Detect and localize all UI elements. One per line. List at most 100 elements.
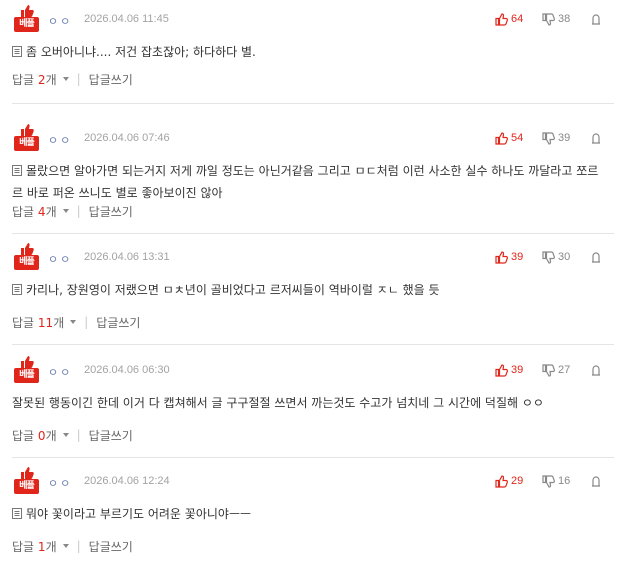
like-button[interactable]: 39: [495, 363, 523, 377]
reply-count: 4: [37, 204, 46, 219]
thumbs-up-outline-icon: [495, 363, 508, 377]
reply-toggle[interactable]: 답글 2개: [12, 71, 57, 88]
dislike-button[interactable]: 30: [542, 250, 570, 264]
report-icon[interactable]: [590, 474, 602, 487]
comment-author[interactable]: ㅇㅇ: [48, 13, 72, 29]
comment-text: 좀 오버아니냐.... 저건 잡초잖아; 하다하다 별.: [26, 45, 256, 59]
like-button[interactable]: 54: [495, 131, 523, 145]
best-badge-label: 베플: [14, 479, 39, 494]
best-badge: 베플: [14, 355, 40, 385]
write-reply-button[interactable]: 답글쓰기: [89, 538, 133, 555]
chevron-down-icon[interactable]: [62, 433, 69, 437]
thumbs-up-outline-icon: [495, 250, 508, 264]
reply-count: 2: [37, 72, 46, 87]
thumbs-down-outline-icon: [542, 131, 555, 145]
best-badge-label: 베플: [14, 368, 39, 383]
document-icon: [12, 165, 22, 176]
write-reply-button[interactable]: 답글쓰기: [96, 314, 140, 331]
like-count: 64: [511, 13, 524, 25]
reply-label: 답글: [12, 204, 35, 219]
dislike-button[interactable]: 16: [542, 474, 570, 488]
reply-toggle[interactable]: 답글 1개: [12, 538, 57, 555]
reply-count-suffix: 개: [45, 204, 57, 219]
like-button[interactable]: 64: [495, 12, 523, 26]
reply-label: 답글: [12, 539, 35, 554]
like-count: 54: [511, 132, 524, 144]
write-reply-button[interactable]: 답글쓰기: [89, 203, 133, 220]
separator: |: [76, 428, 81, 442]
like-count: 39: [511, 251, 524, 263]
comment-text: 잘못된 행동이긴 한데 이거 다 캡쳐해서 글 구구절절 쓰면서 까는것도 수고…: [12, 396, 544, 410]
chevron-down-icon[interactable]: [62, 77, 69, 81]
reply-count-suffix: 개: [45, 539, 57, 554]
dislike-count: 30: [558, 251, 571, 263]
thumbs-up-icon: [21, 467, 34, 479]
chevron-down-icon[interactable]: [70, 320, 77, 324]
report-icon[interactable]: [590, 12, 602, 25]
thumbs-up-outline-icon: [495, 131, 508, 145]
thumbs-up-outline-icon: [495, 12, 508, 26]
separator: |: [76, 72, 81, 86]
divider: [12, 344, 614, 345]
like-button[interactable]: 29: [495, 474, 523, 488]
reply-count-suffix: 개: [53, 315, 65, 330]
comment-author[interactable]: ㅇㅇ: [48, 132, 72, 148]
comment-text: 몰랐으면 알아가면 되는거지 저게 까일 정도는 아닌거같음 그리고 ㅁㄷ처럼 …: [12, 164, 599, 200]
dislike-button[interactable]: 27: [542, 363, 570, 377]
reply-count: 1: [37, 539, 46, 554]
comment-header: 베플 ㅇㅇ 2026.04.06 13:31 39 30: [12, 242, 618, 272]
dislike-count: 39: [558, 132, 571, 144]
comment-author[interactable]: ㅇㅇ: [48, 475, 72, 491]
report-icon[interactable]: [590, 131, 602, 144]
dislike-count: 38: [558, 13, 571, 25]
reply-count: 11: [37, 315, 54, 330]
thumbs-up-icon: [21, 5, 34, 17]
comment-body: 몰랐으면 알아가면 되는거지 저게 까일 정도는 아닌거같음 그리고 ㅁㄷ처럼 …: [12, 160, 602, 204]
thumbs-down-outline-icon: [542, 474, 555, 488]
separator: |: [84, 315, 89, 329]
best-badge: 베플: [14, 4, 40, 34]
reply-toggle[interactable]: 답글 4개: [12, 203, 57, 220]
report-icon[interactable]: [590, 250, 602, 263]
comment-body: 좀 오버아니냐.... 저건 잡초잖아; 하다하다 별.: [12, 41, 602, 63]
comment-author[interactable]: ㅇㅇ: [48, 364, 72, 380]
comment-date: 2026.04.06 13:31: [84, 251, 170, 263]
comment-body: 뭐야 꽃이라고 부르기도 어려운 꽃아니야ㅡㅡ: [12, 503, 602, 525]
write-reply-button[interactable]: 답글쓰기: [89, 71, 133, 88]
thumbs-up-icon: [21, 356, 34, 368]
comment-author[interactable]: ㅇㅇ: [48, 251, 72, 267]
chevron-down-icon[interactable]: [62, 544, 69, 548]
dislike-button[interactable]: 38: [542, 12, 570, 26]
comment-footer: 답글 4개 | 답글쓰기: [12, 203, 133, 219]
separator: |: [76, 539, 81, 553]
thumbs-down-outline-icon: [542, 250, 555, 264]
comment-item: 베플 ㅇㅇ 2026.04.06 12:24 29 16 뭐야 꽃이라고 부르기…: [0, 462, 618, 563]
comment-text: 뭐야 꽃이라고 부르기도 어려운 꽃아니야ㅡㅡ: [26, 507, 252, 521]
report-icon[interactable]: [590, 363, 602, 376]
reply-label: 답글: [12, 72, 35, 87]
comment-header: 베플 ㅇㅇ 2026.04.06 11:45 64 38: [12, 4, 618, 34]
dislike-button[interactable]: 39: [542, 131, 570, 145]
thumbs-down-outline-icon: [542, 363, 555, 377]
comment-body: 카리나, 장원영이 저랬으면 ㅁㅊ년이 골비었다고 르저씨들이 역바이럴 ㅈㄴ …: [12, 279, 602, 301]
chevron-down-icon[interactable]: [62, 209, 69, 213]
write-reply-button[interactable]: 답글쓰기: [89, 427, 133, 444]
comment-item: 베플 ㅇㅇ 2026.04.06 13:31 39 30 카리나, 장원영이 저…: [0, 238, 618, 354]
comment-footer: 답글 11개 | 답글쓰기: [12, 314, 140, 330]
thumbs-up-icon: [21, 124, 34, 136]
thumbs-down-outline-icon: [542, 12, 555, 26]
divider: [12, 103, 614, 104]
thumbs-up-icon: [21, 243, 34, 255]
comment-footer: 답글 0개 | 답글쓰기: [12, 427, 133, 443]
reply-count: 0: [37, 428, 46, 443]
reply-toggle[interactable]: 답글 11개: [12, 314, 64, 331]
best-badge-label: 베플: [14, 17, 39, 32]
like-button[interactable]: 39: [495, 250, 523, 264]
best-badge: 베플: [14, 466, 40, 496]
dislike-count: 27: [558, 364, 571, 376]
comment-list: 베플 ㅇㅇ 2026.04.06 11:45 64 38 좀 오버아니냐....…: [0, 0, 618, 563]
comment-body: 잘못된 행동이긴 한데 이거 다 캡쳐해서 글 구구절절 쓰면서 까는것도 수고…: [12, 392, 602, 414]
reply-toggle[interactable]: 답글 0개: [12, 427, 57, 444]
comment-item: 베플 ㅇㅇ 2026.04.06 06:30 39 27 잘못된 행동이긴 한데…: [0, 351, 618, 467]
dislike-count: 16: [558, 475, 571, 487]
